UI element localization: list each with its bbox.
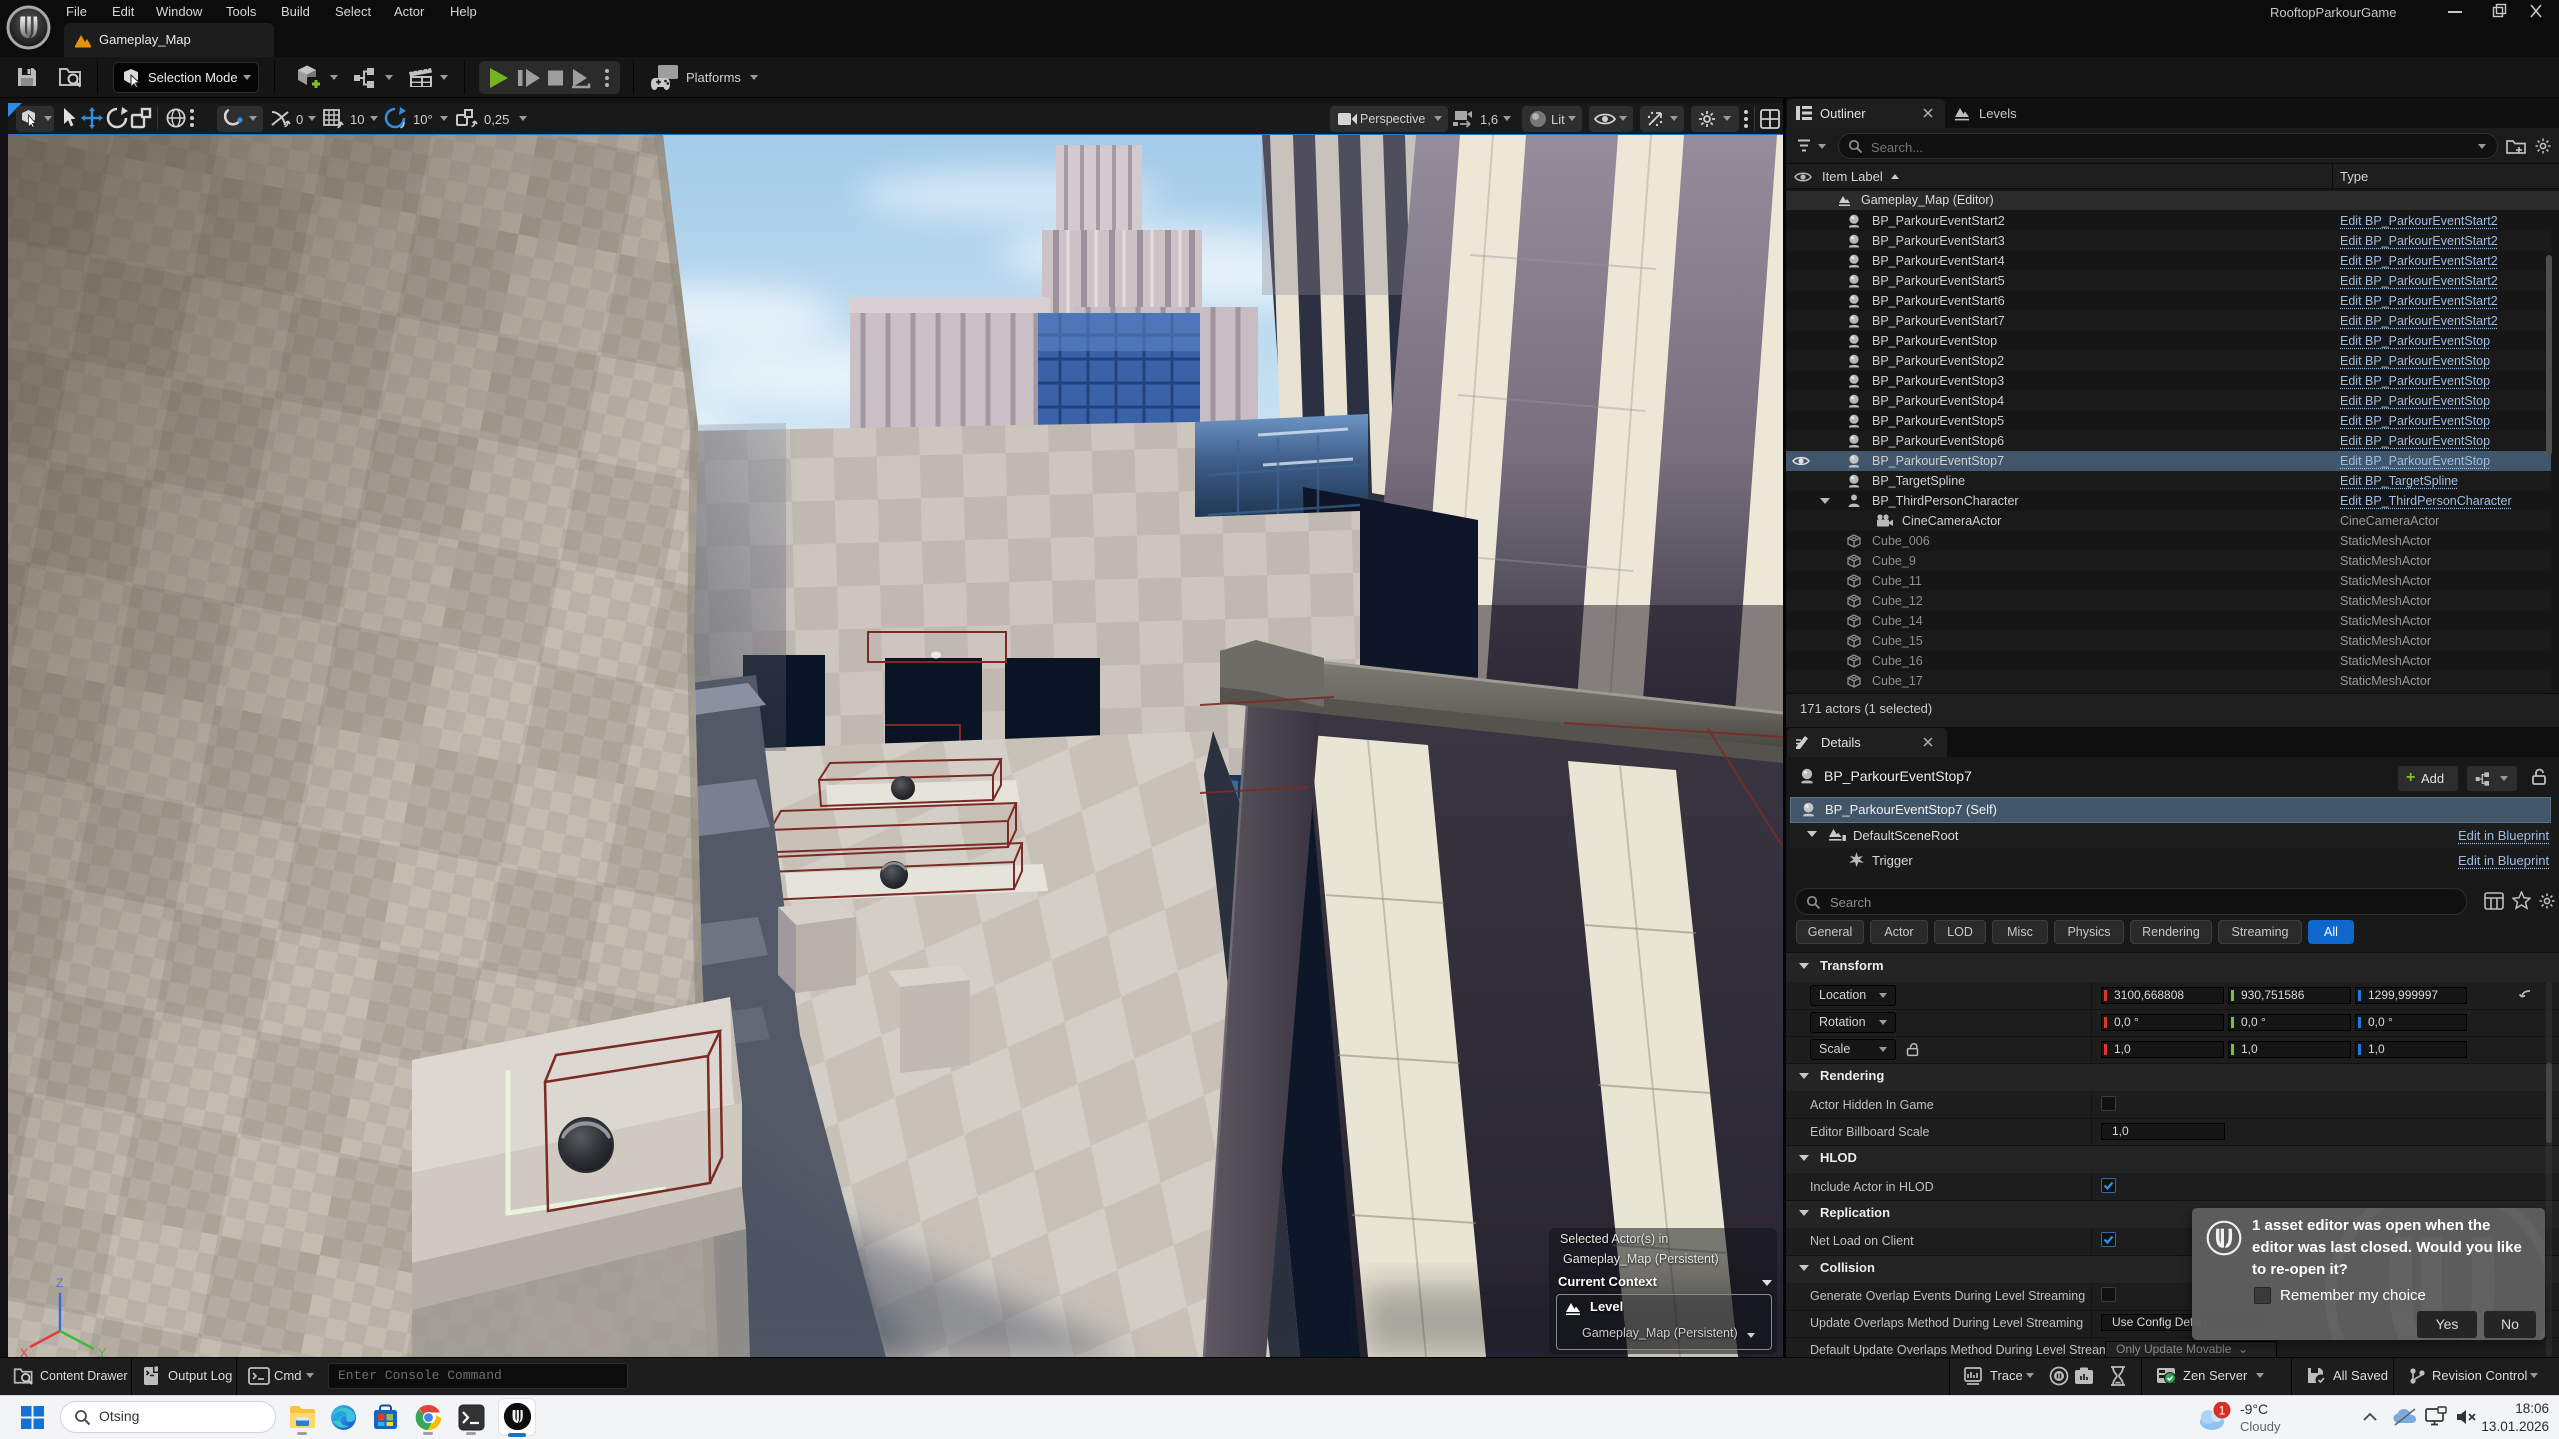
svg-text:X: X — [20, 1346, 28, 1357]
svg-text:Z: Z — [56, 1276, 63, 1290]
svg-text:Y: Y — [98, 1346, 106, 1357]
svg-text:1: 1 — [2219, 1404, 2226, 1418]
